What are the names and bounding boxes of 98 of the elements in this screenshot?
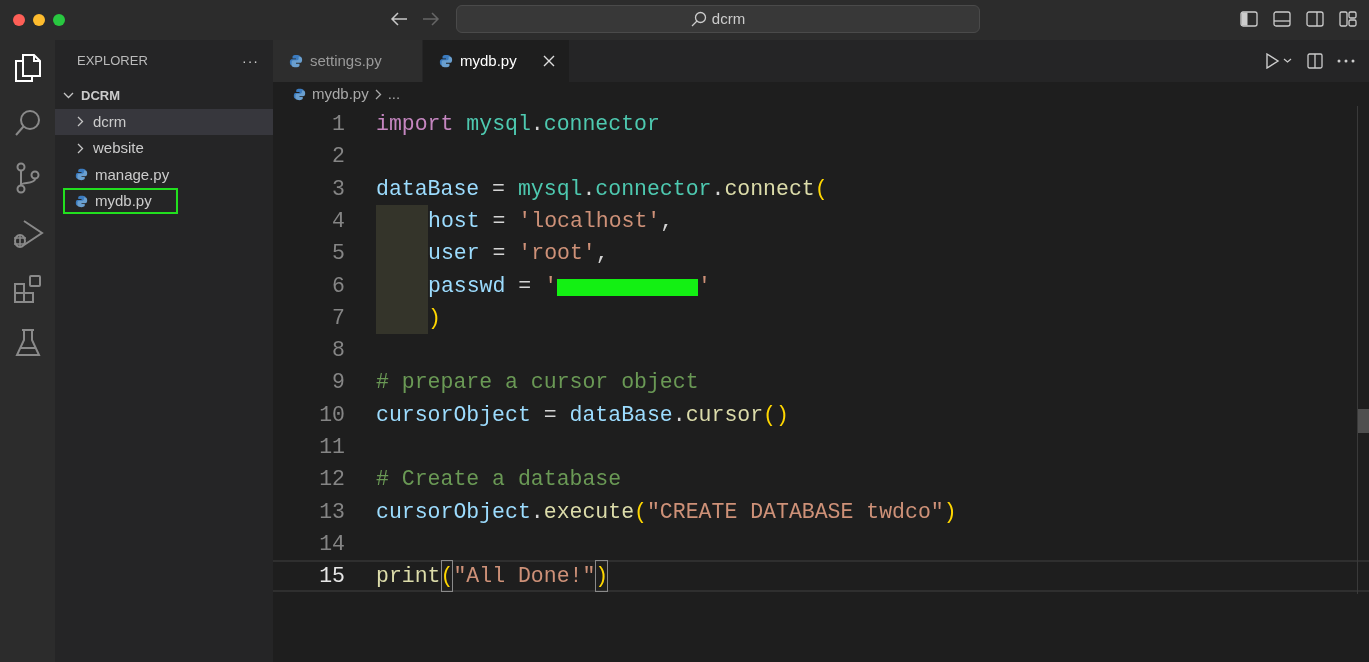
code-token: 'localhost' [518, 207, 661, 235]
code-token: () [763, 401, 789, 429]
customize-layout-icon[interactable] [1339, 10, 1357, 28]
code-token: . [672, 401, 686, 429]
line-number: 6 [331, 272, 345, 300]
search-text: dcrm [711, 8, 746, 29]
code-token: connector [595, 175, 712, 203]
line-number: 14 [318, 530, 345, 558]
code-token: . [711, 175, 725, 203]
code-token: import [376, 111, 454, 138]
close-window-button[interactable] [13, 14, 25, 26]
run-debug-icon[interactable] [11, 218, 44, 250]
back-arrow-icon[interactable] [390, 11, 408, 27]
breadcrumb-file[interactable]: mydb.py [312, 82, 369, 106]
forward-arrow-icon[interactable] [422, 11, 440, 27]
editor-tab[interactable]: mydb.py [423, 40, 569, 82]
line-number: 4 [331, 207, 345, 235]
code-token: execute [543, 498, 635, 526]
code-token: ( [440, 560, 454, 593]
code-token: dataBase [569, 401, 673, 429]
search-icon[interactable] [12, 108, 43, 138]
code-token: cursor [685, 401, 764, 429]
scrollbar-thumb[interactable] [1358, 409, 1369, 433]
tree-item[interactable]: DCRM [55, 82, 273, 109]
maximize-window-button[interactable] [53, 14, 65, 26]
code-token: = [491, 175, 507, 203]
code-token: . [582, 175, 596, 203]
line-number: 13 [318, 498, 345, 526]
python-file-icon [75, 168, 88, 182]
command-search-field[interactable]: dcrm [456, 5, 980, 33]
code-token: = [491, 240, 507, 268]
code-token: connector [543, 111, 660, 138]
code-token: # prepare a cursor object [376, 369, 699, 397]
code-token: "All Done!" [453, 563, 596, 591]
code-token: ) [595, 560, 609, 593]
python-file-icon [439, 54, 453, 68]
more-actions-button[interactable]: ··· [242, 50, 259, 72]
code-token: ) [943, 498, 957, 526]
line-number: 12 [318, 466, 345, 494]
tree-item[interactable]: manage.py [55, 161, 273, 188]
chevron-right-icon [374, 88, 382, 100]
code-token: . [530, 111, 544, 138]
line-number: 10 [318, 401, 345, 429]
search-icon [690, 11, 707, 27]
panel-title: EXPLORER [77, 52, 148, 71]
code-token: ( [634, 498, 647, 526]
code-token: # Create a database [376, 466, 622, 494]
line-number: 2 [331, 143, 345, 171]
code-token: , [660, 207, 674, 235]
tree-item[interactable]: website [55, 135, 273, 162]
line-number: 15 [318, 563, 345, 591]
line-number: 3 [331, 175, 345, 203]
code-token: = [542, 401, 558, 429]
chevron-right-icon [75, 142, 86, 154]
code-token: print [376, 563, 441, 591]
code-token: "CREATE DATABASE twdco" [646, 498, 944, 526]
line-number: 5 [331, 240, 345, 268]
code-token: ( [814, 175, 828, 203]
code-token: passwd [428, 272, 506, 300]
line-number: 11 [318, 434, 345, 461]
code-token: dataBase [376, 175, 480, 203]
line-number: 9 [331, 369, 345, 397]
code-token: connect [724, 175, 815, 203]
code-token: = [491, 207, 507, 235]
editor-tab[interactable]: settings.py [273, 40, 423, 82]
extensions-icon[interactable] [12, 274, 43, 304]
code-token: cursorObject [376, 401, 531, 429]
more-icon[interactable] [1337, 59, 1355, 63]
code-token: = [517, 272, 533, 300]
code-token: , [595, 240, 609, 268]
close-icon[interactable] [543, 55, 555, 67]
line-number: 7 [331, 304, 345, 332]
tree-item[interactable]: dcrm [55, 108, 273, 135]
panel-layout-icon[interactable] [1273, 10, 1291, 28]
code-token: mysql [465, 111, 531, 138]
code-token: mysql [517, 175, 583, 203]
python-file-icon [75, 194, 88, 208]
code-token: host [428, 207, 480, 235]
code-token: . [530, 498, 544, 526]
minimize-window-button[interactable] [33, 14, 45, 26]
secondary-sidebar-icon[interactable] [1306, 10, 1324, 28]
files-icon[interactable] [12, 52, 43, 84]
code-token: ) [428, 304, 441, 332]
split-editor-icon[interactable] [1307, 53, 1323, 69]
run-icon[interactable] [1265, 53, 1293, 69]
breadcrumb-symbol[interactable]: ... [387, 82, 401, 106]
flask-icon[interactable] [14, 328, 41, 358]
code-token: user [428, 240, 480, 268]
line-number: 1 [331, 111, 345, 138]
python-file-icon [293, 87, 306, 101]
python-file-icon [289, 54, 303, 68]
code-token: 'root' [518, 240, 596, 268]
code-token: cursorObject [376, 498, 531, 526]
code-token: ' [698, 272, 711, 300]
chevron-right-icon [75, 116, 86, 128]
sidebar-layout-icon[interactable] [1240, 10, 1258, 28]
code-token: ' [544, 272, 558, 300]
line-number: 8 [331, 337, 345, 365]
